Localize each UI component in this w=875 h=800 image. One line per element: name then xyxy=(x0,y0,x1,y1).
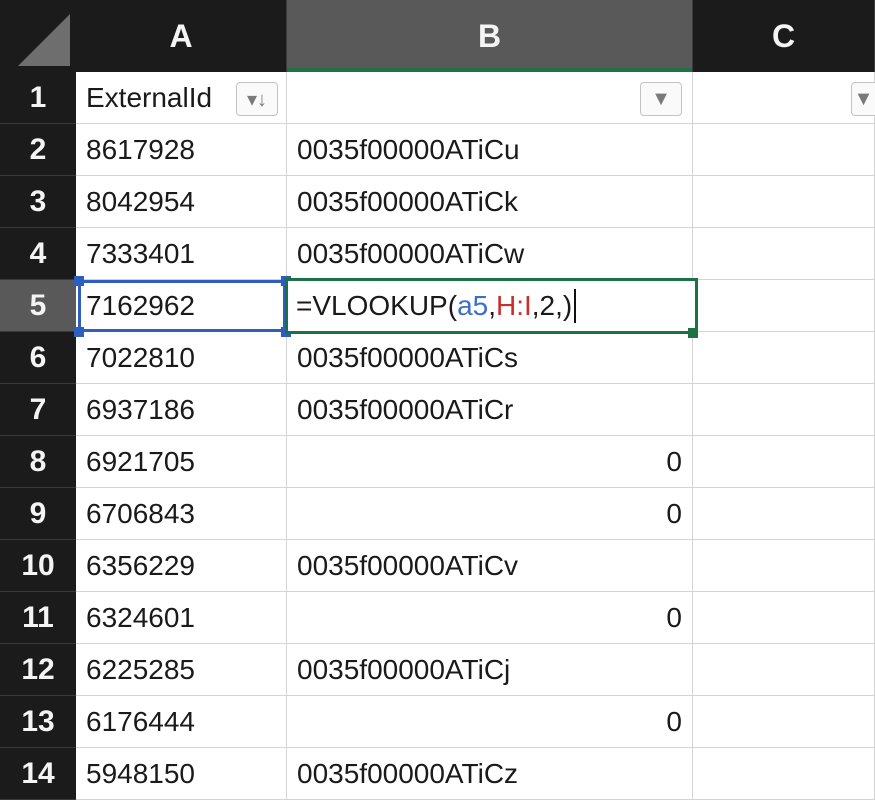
row-header-11[interactable]: 11 xyxy=(0,592,76,644)
cell-c6[interactable] xyxy=(693,332,875,384)
cell-a4[interactable]: 7333401 xyxy=(76,228,287,280)
cell-a12[interactable]: 6225285 xyxy=(76,644,287,696)
filter-button-b[interactable]: ▼ xyxy=(640,82,682,116)
cell-c7[interactable] xyxy=(693,384,875,436)
row-header-9[interactable]: 9 xyxy=(0,488,76,540)
filter-button-c[interactable]: ▼ xyxy=(851,82,875,116)
spreadsheet: A B C 1 2 3 4 5 6 7 8 9 10 11 12 13 14 ExternalId 8617… xyxy=(0,0,875,800)
cell-b6[interactable]: 0035f00000ATiCs xyxy=(287,332,693,384)
fill-handle[interactable] xyxy=(688,328,698,338)
cell-b14[interactable]: 0035f00000ATiCz xyxy=(287,748,693,800)
selection-handle[interactable] xyxy=(74,327,84,337)
cell-b1[interactable] xyxy=(287,72,693,124)
cell-c8[interactable] xyxy=(693,436,875,488)
cell-b2[interactable]: 0035f00000ATiCu xyxy=(287,124,693,176)
cell-b8[interactable]: 0 xyxy=(287,436,693,488)
column-header-a[interactable]: A xyxy=(76,0,287,72)
cell-b13[interactable]: 0 xyxy=(287,696,693,748)
cell-a14[interactable]: 5948150 xyxy=(76,748,287,800)
cell-b12[interactable]: 0035f00000ATiCj xyxy=(287,644,693,696)
formula-prefix: =VLOOKUP( xyxy=(296,290,458,321)
cell-c14[interactable] xyxy=(693,748,875,800)
cell-c9[interactable] xyxy=(693,488,875,540)
row-header-8[interactable]: 8 xyxy=(0,436,76,488)
column-header-b[interactable]: B xyxy=(287,0,693,72)
formula-suffix: ,2,) xyxy=(531,290,573,321)
formula-ref-h-i: H:I xyxy=(496,290,532,321)
row-header-1[interactable]: 1 xyxy=(0,72,76,124)
cell-a11[interactable]: 6324601 xyxy=(76,592,287,644)
row-header-13[interactable]: 13 xyxy=(0,696,76,748)
cell-a8[interactable]: 6921705 xyxy=(76,436,287,488)
cell-a10[interactable]: 6356229 xyxy=(76,540,287,592)
cell-grid: ExternalId 8617928 0035f00000ATiCu 8042954 0… xyxy=(74,72,875,800)
cell-b5-editor[interactable]: =VLOOKUP(a5, H:I ,2,) xyxy=(285,278,698,334)
filter-dropdown-icon: ▼ xyxy=(651,87,671,110)
cell-a2[interactable]: 8617928 xyxy=(76,124,287,176)
cell-a3[interactable]: 8042954 xyxy=(76,176,287,228)
row-header-12[interactable]: 12 xyxy=(0,644,76,696)
select-all-corner[interactable] xyxy=(0,0,77,72)
filter-dropdown-icon: ▼ xyxy=(853,87,874,110)
row-header-7[interactable]: 7 xyxy=(0,384,76,436)
row-header-5[interactable]: 5 xyxy=(0,280,76,332)
row-header-3[interactable]: 3 xyxy=(0,176,76,228)
cell-b11[interactable]: 0 xyxy=(287,592,693,644)
filter-sort-button-a[interactable]: ▾↓ xyxy=(236,82,278,116)
column-header-c[interactable]: C xyxy=(693,0,875,72)
select-all-icon xyxy=(18,14,70,66)
cell-b7[interactable]: 0035f00000ATiCr xyxy=(287,384,693,436)
cell-a9[interactable]: 6706843 xyxy=(76,488,287,540)
cell-b9[interactable]: 0 xyxy=(287,488,693,540)
cell-c13[interactable] xyxy=(693,696,875,748)
filter-sort-desc-icon: ▾↓ xyxy=(246,88,268,111)
cell-c2[interactable] xyxy=(693,124,875,176)
cell-b10[interactable]: 0035f00000ATiCv xyxy=(287,540,693,592)
cell-a7[interactable]: 6937186 xyxy=(76,384,287,436)
cell-a6[interactable]: 7022810 xyxy=(76,332,287,384)
formula-separator: , xyxy=(488,290,496,321)
row-header-10[interactable]: 10 xyxy=(0,540,76,592)
cell-c11[interactable] xyxy=(693,592,875,644)
row-header-4[interactable]: 4 xyxy=(0,228,76,280)
cell-c4[interactable] xyxy=(693,228,875,280)
row-header-2[interactable]: 2 xyxy=(0,124,76,176)
cell-c12[interactable] xyxy=(693,644,875,696)
selection-handle[interactable] xyxy=(74,276,84,286)
cell-a5[interactable]: 7162962 xyxy=(76,280,287,332)
cell-b4[interactable]: 0035f00000ATiCw xyxy=(287,228,693,280)
cell-c3[interactable] xyxy=(693,176,875,228)
cell-c5[interactable] xyxy=(693,280,875,332)
row-header-14[interactable]: 14 xyxy=(0,748,76,800)
cell-c1[interactable] xyxy=(693,72,875,124)
text-cursor xyxy=(574,289,577,323)
row-header-6[interactable]: 6 xyxy=(0,332,76,384)
formula-ref-a5: a5 xyxy=(457,290,489,321)
cell-c10[interactable] xyxy=(693,540,875,592)
cell-a13[interactable]: 6176444 xyxy=(76,696,287,748)
cell-b3[interactable]: 0035f00000ATiCk xyxy=(287,176,693,228)
